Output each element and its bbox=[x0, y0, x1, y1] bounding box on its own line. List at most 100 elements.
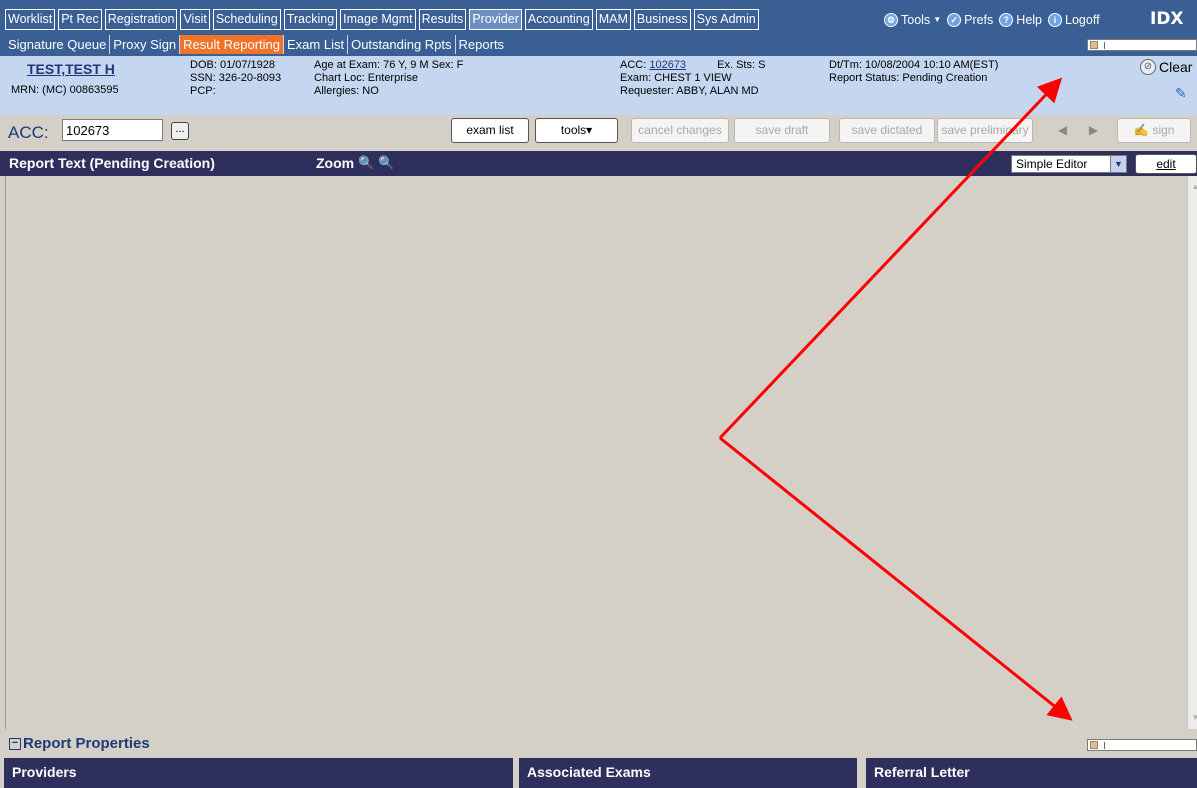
tab-mam[interactable]: MAM bbox=[595, 9, 631, 30]
pencil-icon[interactable]: ✎ bbox=[1175, 86, 1189, 100]
subnav-signature-queue[interactable]: Signature Queue bbox=[5, 35, 111, 54]
report-properties-title: Report Properties bbox=[23, 735, 150, 752]
sign-button[interactable]: ✍ sign bbox=[1117, 118, 1191, 143]
referral-letter-panel-header: Referral Letter bbox=[866, 758, 1197, 788]
prefs-label: Prefs bbox=[964, 12, 994, 27]
clear-patient-button[interactable]: ⊘ Clear bbox=[1140, 59, 1192, 75]
acc-prefix: ACC: bbox=[620, 59, 647, 71]
help-label: Help bbox=[1016, 12, 1043, 27]
report-properties-panels: Providers Associated Exams Referral Lett… bbox=[0, 758, 1197, 788]
report-text-title: Report Text (Pending Creation) bbox=[9, 155, 215, 171]
subnav-proxy-sign[interactable]: Proxy Sign bbox=[110, 35, 181, 54]
tab-image-mgmt[interactable]: Image Mgmt bbox=[340, 9, 416, 30]
help-icon: ? bbox=[999, 12, 1014, 27]
exam-list-button[interactable]: exam list bbox=[451, 118, 529, 143]
patient-col-demographics: DOB: 01/07/1928 SSN: 326-20-8093 PCP: bbox=[190, 59, 281, 98]
tab-sys-admin[interactable]: Sys Admin bbox=[693, 9, 759, 30]
eraser-icon: ⊘ bbox=[1140, 59, 1156, 75]
save-draft-button[interactable]: save draft bbox=[734, 118, 830, 143]
tab-registration[interactable]: Registration bbox=[104, 9, 178, 30]
report-properties-section: − Report Properties bbox=[0, 729, 1197, 758]
previous-arrow-icon[interactable]: ◀ bbox=[1052, 120, 1073, 140]
top-resize-slider[interactable] bbox=[1087, 39, 1197, 51]
scroll-down-icon[interactable]: ▼ bbox=[1188, 711, 1197, 725]
tab-provider[interactable]: Provider bbox=[469, 9, 522, 30]
module-tabs: Worklist Pt Rec Registration Visit Sched… bbox=[5, 9, 759, 30]
bottom-resize-slider[interactable] bbox=[1087, 739, 1197, 751]
sub-navigation-bar: Signature Queue Proxy Sign Result Report… bbox=[0, 34, 1197, 56]
tab-business[interactable]: Business bbox=[633, 9, 691, 30]
exam-datetime: Dt/Tm: 10/08/2004 10:10 AM(EST) bbox=[829, 59, 999, 71]
tools-icon: ⚙ bbox=[884, 12, 898, 27]
slider-knob-icon bbox=[1090, 741, 1098, 749]
report-vertical-scrollbar[interactable]: ▲ ▼ bbox=[1187, 176, 1197, 729]
zoom-label: Zoom bbox=[316, 155, 355, 171]
scroll-up-icon[interactable]: ▲ bbox=[1188, 180, 1197, 194]
patient-name-link[interactable]: TEST,TEST H bbox=[27, 62, 115, 76]
tab-results[interactable]: Results bbox=[418, 9, 467, 30]
report-status: Report Status: Pending Creation bbox=[829, 72, 988, 84]
tools-label: Tools bbox=[901, 12, 931, 27]
patient-dob: DOB: 01/07/1928 bbox=[190, 59, 276, 71]
chevron-down-icon: ▼ bbox=[933, 15, 942, 24]
help-link[interactable]: ? Help bbox=[999, 12, 1043, 27]
acc-field-label: ACC: bbox=[8, 123, 49, 142]
zoom-out-icon[interactable]: 🔍 bbox=[358, 155, 374, 171]
subnav-exam-list[interactable]: Exam List bbox=[284, 35, 349, 54]
collapse-icon: − bbox=[9, 737, 21, 750]
editor-type-select[interactable]: Simple Editor ▼ bbox=[1011, 155, 1127, 173]
providers-panel-header: Providers bbox=[4, 758, 513, 788]
tab-visit[interactable]: Visit bbox=[180, 9, 210, 30]
next-arrow-icon[interactable]: ▶ bbox=[1083, 120, 1104, 140]
idx-logo: IDX bbox=[1150, 9, 1184, 29]
clear-label: Clear bbox=[1159, 58, 1193, 75]
logoff-link[interactable]: i Logoff bbox=[1048, 12, 1100, 27]
zoom-in-icon[interactable]: 🔍 bbox=[378, 155, 394, 171]
tab-accounting[interactable]: Accounting bbox=[524, 9, 593, 30]
sub-navigation-links: Signature Queue Proxy Sign Result Report… bbox=[5, 35, 507, 54]
save-dictated-button[interactable]: save dictated bbox=[839, 118, 935, 143]
tools-dropdown-button[interactable]: tools▾ bbox=[535, 118, 618, 143]
acc-lookup-button[interactable]: ... bbox=[171, 122, 189, 140]
power-icon: i bbox=[1048, 12, 1063, 27]
subnav-reports[interactable]: Reports bbox=[456, 35, 508, 54]
cancel-changes-button[interactable]: cancel changes bbox=[631, 118, 729, 143]
tab-pt-rec[interactable]: Pt Rec bbox=[58, 9, 102, 30]
patient-allergies: Allergies: NO bbox=[314, 85, 379, 97]
save-preliminary-button[interactable]: save preliminary bbox=[937, 118, 1033, 143]
tab-scheduling[interactable]: Scheduling bbox=[212, 9, 281, 30]
requester: Requester: ABBY, ALAN MD bbox=[620, 85, 759, 97]
prefs-link[interactable]: ✓ Prefs bbox=[947, 12, 994, 27]
tools-menu[interactable]: ⚙ Tools ▼ bbox=[884, 12, 942, 27]
patient-mrn: MRN: (MC) 00863595 bbox=[11, 84, 119, 96]
editor-type-value: Simple Editor bbox=[1016, 157, 1088, 171]
edit-button[interactable]: edit bbox=[1135, 154, 1197, 174]
top-navigation-bar: Worklist Pt Rec Registration Visit Sched… bbox=[0, 0, 1197, 34]
patient-col-exam-info: Age at Exam: 76 Y, 9 M Sex: F Chart Loc:… bbox=[314, 59, 463, 98]
patient-age-sex: Age at Exam: 76 Y, 9 M Sex: F bbox=[314, 59, 464, 71]
sign-label: sign bbox=[1152, 123, 1175, 137]
acc-number-link[interactable]: 102673 bbox=[649, 59, 686, 71]
logoff-label: Logoff bbox=[1065, 12, 1100, 27]
tab-tracking[interactable]: Tracking bbox=[283, 9, 338, 30]
report-toolbar: ACC: ... exam list tools▾ cancel changes… bbox=[0, 115, 1197, 151]
app-window: Worklist Pt Rec Registration Visit Sched… bbox=[0, 0, 1197, 788]
tab-worklist[interactable]: Worklist bbox=[5, 9, 56, 30]
report-properties-toggle[interactable]: − Report Properties bbox=[9, 735, 150, 752]
accession-row: ACC: 102673 Ex. Sts: S bbox=[620, 59, 765, 72]
patient-col-report-status: Dt/Tm: 10/08/2004 10:10 AM(EST) Report S… bbox=[829, 59, 998, 85]
exam-status: Ex. Sts: S bbox=[717, 59, 766, 71]
subnav-result-reporting[interactable]: Result Reporting bbox=[180, 35, 284, 54]
top-links: ⚙ Tools ▼ ✓ Prefs ? Help i Logoff bbox=[884, 9, 1100, 30]
exam-name: Exam: CHEST 1 VIEW bbox=[620, 72, 732, 84]
slider-bar bbox=[1104, 742, 1105, 749]
patient-chart-loc: Chart Loc: Enterprise bbox=[314, 72, 418, 84]
acc-input[interactable] bbox=[62, 119, 163, 141]
patient-pcp: PCP: bbox=[190, 85, 216, 97]
subnav-outstanding-rpts[interactable]: Outstanding Rpts bbox=[348, 35, 456, 54]
chevron-down-icon: ▼ bbox=[1110, 156, 1126, 172]
patient-col-accession: ACC: 102673 Ex. Sts: S Exam: CHEST 1 VIE… bbox=[620, 59, 765, 98]
report-text-area[interactable]: ▲ ▼ bbox=[5, 176, 1197, 729]
signature-pen-icon: ✍ bbox=[1133, 123, 1149, 137]
report-text-header: Report Text (Pending Creation) Zoom 🔍 🔍 … bbox=[0, 151, 1197, 176]
